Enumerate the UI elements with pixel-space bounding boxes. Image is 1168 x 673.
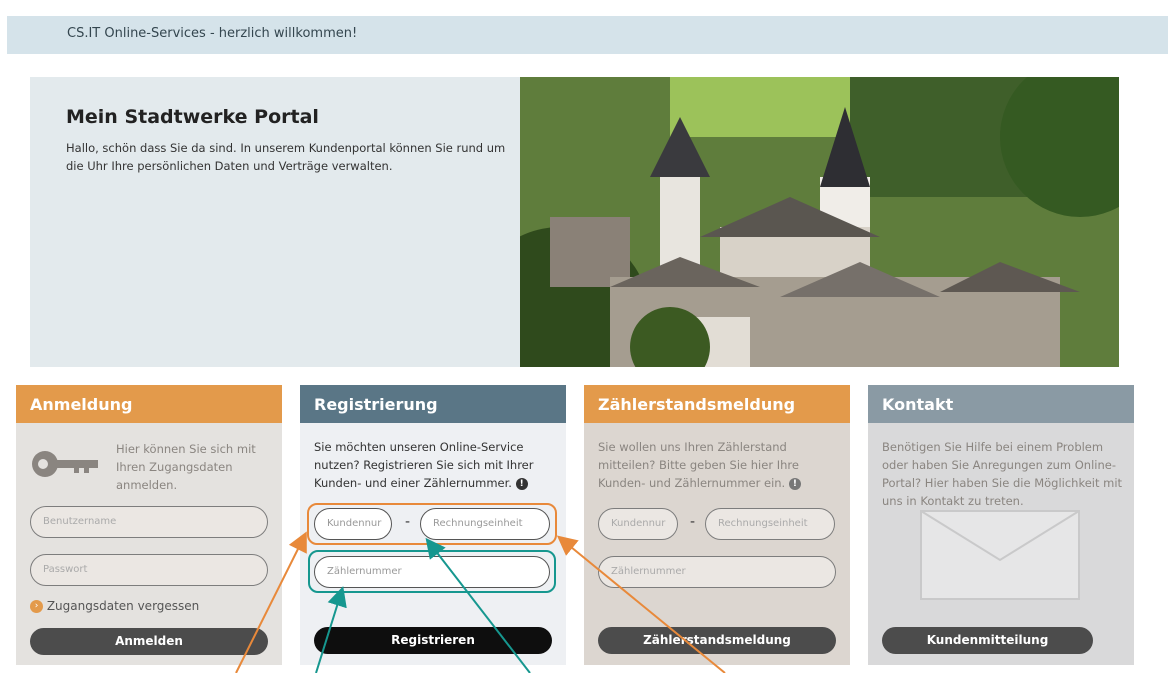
annotation-arrows: [235, 531, 726, 673]
teal-arrow-left: [315, 586, 347, 673]
teal-arrow-right: [425, 537, 531, 673]
orange-arrow-left: [235, 531, 307, 673]
orange-arrow-right: [556, 535, 726, 673]
